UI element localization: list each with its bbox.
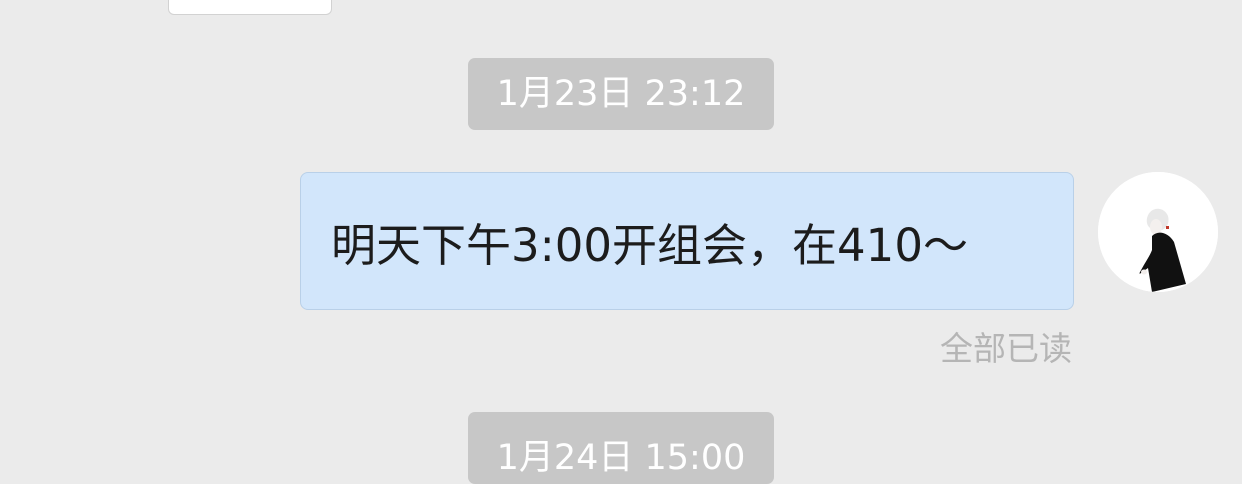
timestamp-pill: 1月23日 23:12	[468, 58, 774, 130]
read-receipt-label: 全部已读	[940, 329, 1072, 368]
timestamp-pill-next: 1月24日 15:00	[468, 412, 774, 484]
sent-message-bubble[interactable]: 明天下午3:00开组会，在410～	[300, 172, 1074, 310]
user-avatar[interactable]	[1098, 172, 1218, 292]
previous-message-bubble[interactable]	[168, 0, 332, 15]
avatar-illustration-icon	[1098, 172, 1218, 292]
message-text: 明天下午3:00开组会，在410～	[331, 218, 968, 272]
